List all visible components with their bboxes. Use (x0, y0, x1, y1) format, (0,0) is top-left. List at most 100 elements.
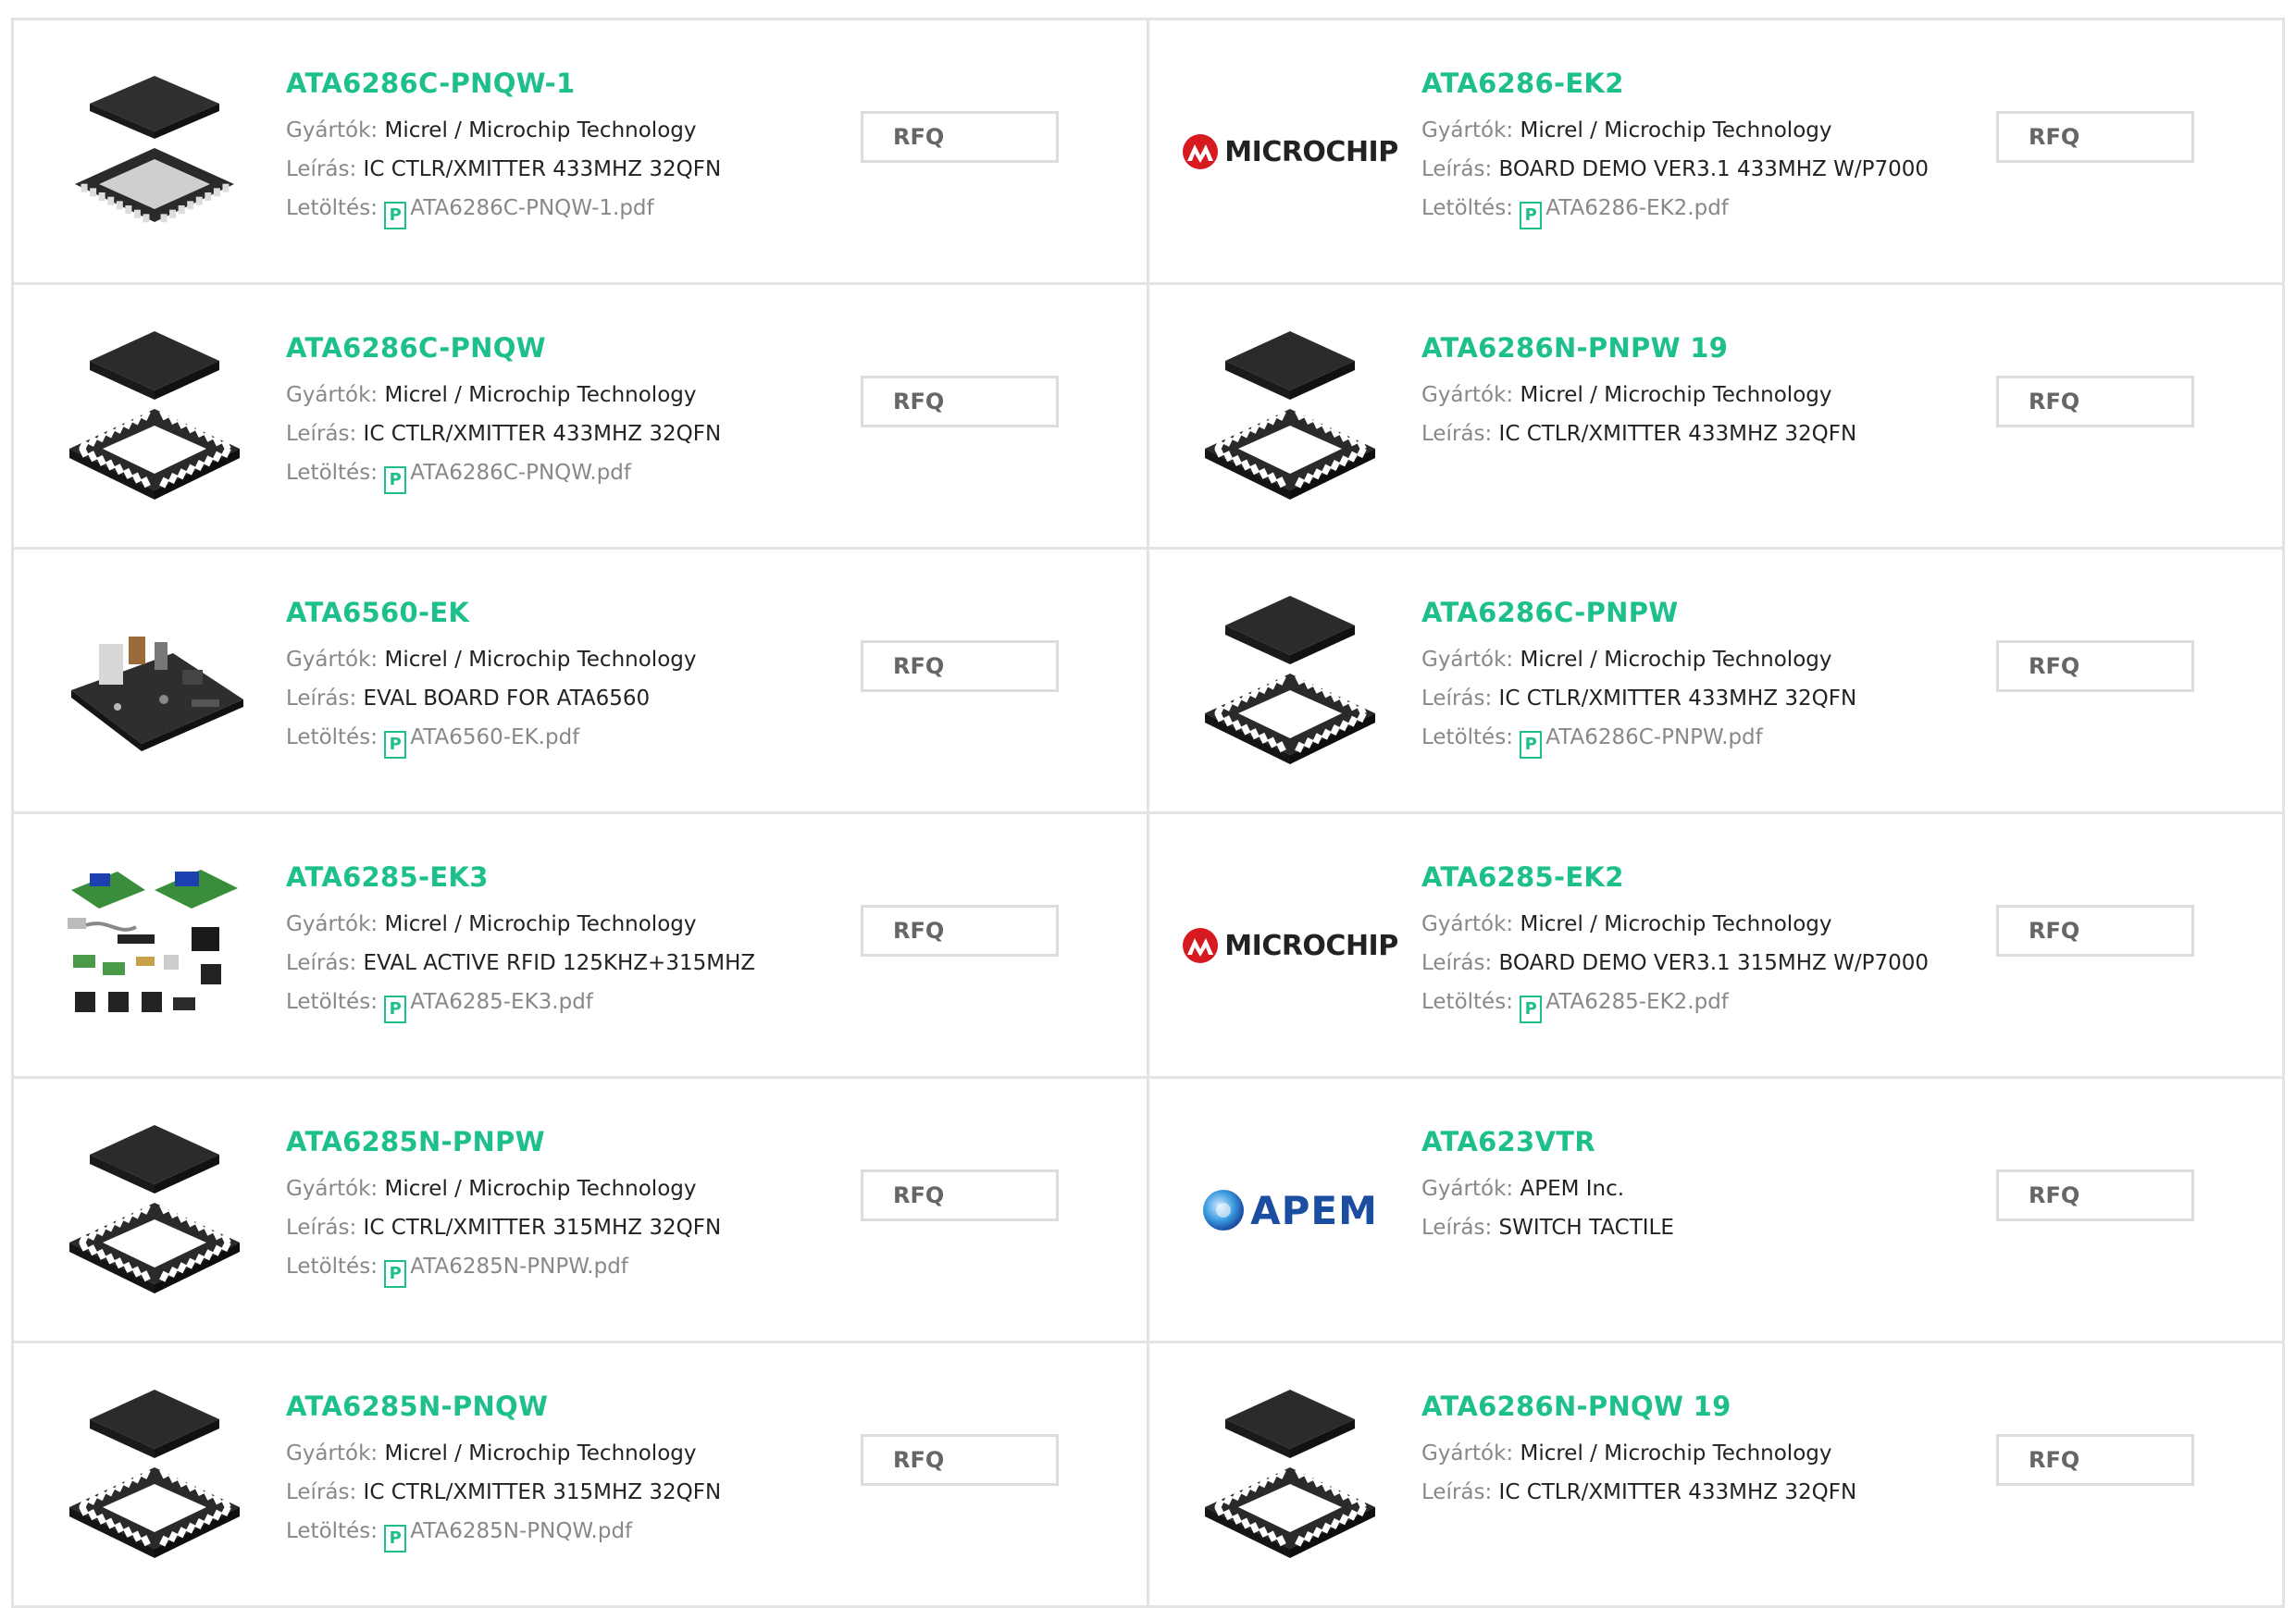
rfq-button[interactable]: RFQ (861, 1169, 1059, 1221)
manufacturer-row: Gyártók: Micrel / Microchip Technology (286, 640, 878, 679)
part-number-link[interactable]: ATA6285N-PNPW (286, 1123, 878, 1160)
eval-board-icon[interactable] (62, 588, 247, 773)
part-number-link[interactable]: ATA6286N-PNPW 19 (1421, 329, 2014, 366)
manufacturer-row: Gyártók: Micrel / Microchip Technology (1421, 640, 2014, 679)
qfn-chip-icon[interactable] (62, 1118, 247, 1303)
product-card: ATA6286N-PNQW 19 Gyártók: Micrel / Micro… (1149, 1343, 2285, 1608)
manufacturer-label: Gyártók: (286, 1177, 379, 1201)
pdf-icon[interactable]: P (1520, 731, 1543, 759)
datasheet-link[interactable]: ATA6286-EK2.pdf (1545, 196, 1729, 220)
download-label: Letöltés: (1421, 725, 1513, 749)
pdf-icon[interactable]: P (384, 731, 407, 759)
datasheet-link[interactable]: ATA6286C-PNQW-1.pdf (410, 196, 653, 220)
description-label: Leírás: (286, 1216, 357, 1240)
rfq-button[interactable]: RFQ (861, 905, 1059, 957)
description-label: Leírás: (1421, 1480, 1493, 1504)
manufacturer-label: Gyártók: (1421, 1177, 1514, 1201)
rfq-button[interactable]: RFQ (1996, 640, 2194, 692)
qfn-chip-icon[interactable] (1198, 588, 1383, 773)
description-row: Leírás: IC CTLR/XMITTER 433MHZ 32QFN (286, 414, 878, 453)
description-row: Leírás: EVAL ACTIVE RFID 125KHZ+315MHZ (286, 944, 878, 983)
part-number-link[interactable]: ATA6286C-PNPW (1421, 594, 2014, 631)
rfq-button[interactable]: RFQ (861, 111, 1059, 163)
manufacturer-label: Gyártók: (1421, 383, 1514, 407)
description-value: EVAL BOARD FOR ATA6560 (363, 686, 651, 711)
description-row: Leírás: EVAL BOARD FOR ATA6560 (286, 679, 878, 718)
datasheet-link[interactable]: ATA6285N-PNPW.pdf (410, 1255, 628, 1279)
description-value: IC CTLR/XMITTER 433MHZ 32QFN (363, 157, 722, 181)
manufacturer-row: Gyártók: Micrel / Microchip Technology (286, 111, 878, 150)
description-value: IC CTLR/XMITTER 433MHZ 32QFN (1498, 422, 1857, 446)
product-info: ATA6286N-PNQW 19 Gyártók: Micrel / Micro… (1421, 1388, 2014, 1512)
download-row: Letöltés: P ATA6285-EK3.pdf (286, 983, 878, 1023)
pdf-icon[interactable]: P (384, 202, 407, 229)
manufacturer-row: Gyártók: Micrel / Microchip Technology (1421, 1434, 2014, 1473)
rfq-button[interactable]: RFQ (1996, 111, 2194, 163)
qfn-chip-icon[interactable] (62, 59, 247, 244)
rfid-kit-icon[interactable] (62, 853, 247, 1038)
apem-logo[interactable]: APEM (1198, 1118, 1383, 1303)
datasheet-link[interactable]: ATA6285N-PNQW.pdf (410, 1519, 632, 1543)
qfn-chip-icon[interactable] (62, 1382, 247, 1567)
description-label: Leírás: (286, 686, 357, 711)
pdf-icon[interactable]: P (384, 996, 407, 1023)
qfn-chip-icon[interactable] (62, 324, 247, 509)
download-label: Letöltés: (1421, 196, 1513, 220)
part-number-link[interactable]: ATA6285-EK2 (1421, 859, 2014, 896)
product-card: ATA6285-EK3 Gyártók: Micrel / Microchip … (14, 814, 1149, 1079)
apem-logo-text: APEM (1250, 1187, 1378, 1233)
description-label: Leírás: (1421, 686, 1493, 711)
download-row: Letöltés: P ATA6285N-PNQW.pdf (286, 1512, 878, 1552)
part-number-link[interactable]: ATA6286C-PNQW-1 (286, 65, 878, 102)
rfq-button[interactable]: RFQ (1996, 1434, 2194, 1486)
microchip-logo[interactable]: MICROCHIP (1183, 853, 1398, 1038)
part-number-link[interactable]: ATA6560-EK (286, 594, 878, 631)
rfq-button[interactable]: RFQ (861, 376, 1059, 427)
manufacturer-value: Micrel / Microchip Technology (384, 912, 697, 936)
product-card: ATA6286C-PNPW Gyártók: Micrel / Microchi… (1149, 550, 2285, 814)
datasheet-link[interactable]: ATA6285-EK2.pdf (1545, 990, 1729, 1014)
pdf-icon[interactable]: P (1520, 996, 1543, 1023)
product-card: ATA6560-EK Gyártók: Micrel / Microchip T… (14, 550, 1149, 814)
product-card: ATA6286C-PNQW Gyártók: Micrel / Microchi… (14, 285, 1149, 550)
part-number-link[interactable]: ATA6286C-PNQW (286, 329, 878, 366)
part-number-link[interactable]: ATA6286N-PNQW 19 (1421, 1388, 2014, 1425)
rfq-button[interactable]: RFQ (861, 640, 1059, 692)
description-label: Leírás: (286, 1480, 357, 1504)
pdf-icon[interactable]: P (384, 466, 407, 494)
qfn-chip-icon[interactable] (1198, 324, 1383, 509)
microchip-logo[interactable]: MICROCHIP (1183, 59, 1398, 244)
pdf-icon[interactable]: P (384, 1260, 407, 1288)
product-info: ATA6286C-PNQW-1 Gyártók: Micrel / Microc… (286, 65, 878, 229)
manufacturer-row: Gyártók: Micrel / Microchip Technology (286, 1169, 878, 1208)
microchip-logo-text: MICROCHIP (1224, 135, 1398, 168)
download-row: Letöltés: P ATA6286C-PNQW-1.pdf (286, 189, 878, 229)
download-row: Letöltés: P ATA6285-EK2.pdf (1421, 983, 2014, 1023)
part-number-link[interactable]: ATA6285N-PNQW (286, 1388, 878, 1425)
microchip-logo-text: MICROCHIP (1224, 929, 1398, 962)
datasheet-link[interactable]: ATA6286C-PNQW.pdf (410, 461, 631, 485)
datasheet-link[interactable]: ATA6286C-PNPW.pdf (1545, 725, 1763, 749)
download-row: Letöltés: P ATA6286C-PNQW.pdf (286, 453, 878, 494)
pdf-icon[interactable]: P (384, 1525, 407, 1552)
part-number-link[interactable]: ATA623VTR (1421, 1123, 2014, 1160)
description-row: Leírás: IC CTLR/XMITTER 433MHZ 32QFN (1421, 679, 2014, 718)
description-label: Leírás: (286, 951, 357, 975)
pdf-icon[interactable]: P (1520, 202, 1543, 229)
download-label: Letöltés: (286, 990, 378, 1014)
manufacturer-label: Gyártók: (286, 118, 379, 142)
manufacturer-label: Gyártók: (1421, 1441, 1514, 1466)
product-info: ATA6560-EK Gyártók: Micrel / Microchip T… (286, 594, 878, 759)
rfq-button[interactable]: RFQ (1996, 905, 2194, 957)
part-number-link[interactable]: ATA6286-EK2 (1421, 65, 2014, 102)
download-label: Letöltés: (286, 461, 378, 485)
part-number-link[interactable]: ATA6285-EK3 (286, 859, 878, 896)
rfq-button[interactable]: RFQ (861, 1434, 1059, 1486)
manufacturer-value: Micrel / Microchip Technology (1520, 912, 1832, 936)
rfq-button[interactable]: RFQ (1996, 376, 2194, 427)
datasheet-link[interactable]: ATA6560-EK.pdf (410, 725, 579, 749)
datasheet-link[interactable]: ATA6285-EK3.pdf (410, 990, 593, 1014)
manufacturer-value: Micrel / Microchip Technology (384, 1441, 697, 1466)
qfn-chip-icon[interactable] (1198, 1382, 1383, 1567)
rfq-button[interactable]: RFQ (1996, 1169, 2194, 1221)
